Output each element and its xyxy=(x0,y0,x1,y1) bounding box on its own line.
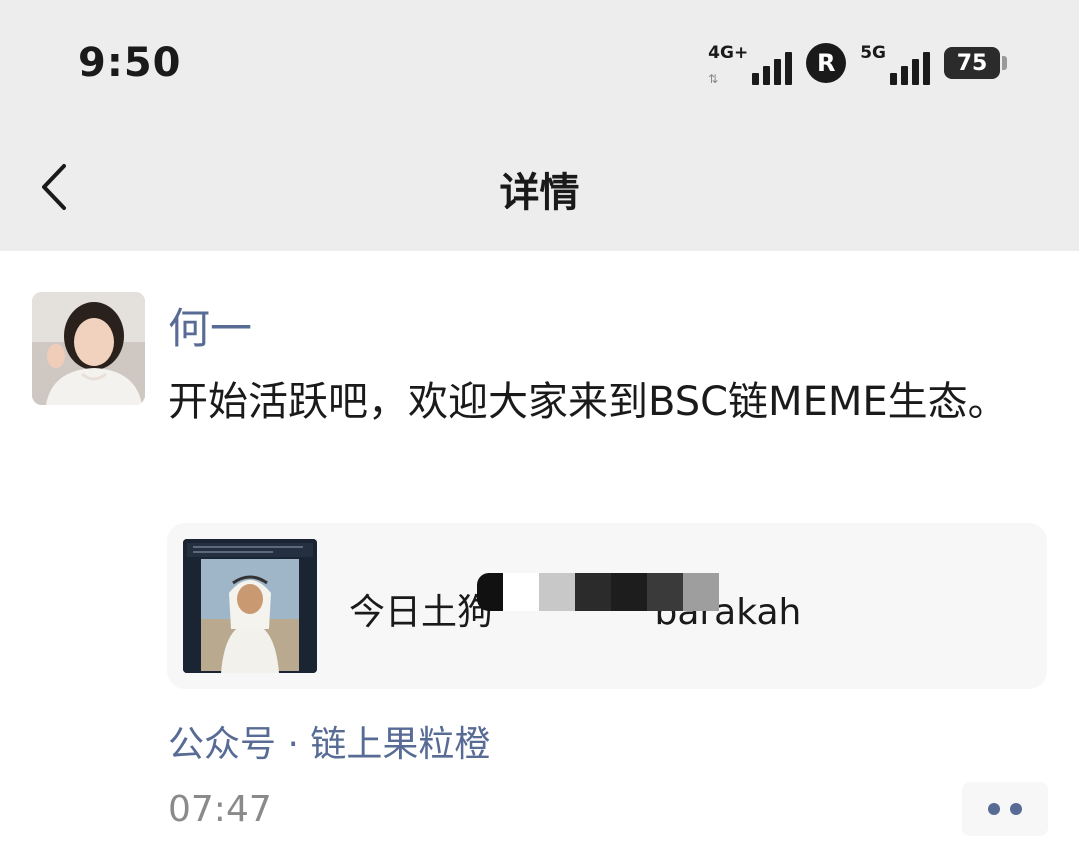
status-icons: 4G+ ⇅ R 5G 75 xyxy=(708,38,1007,88)
avatar[interactable] xyxy=(32,292,145,405)
more-dots-icon xyxy=(988,803,1000,815)
signal-bars-icon xyxy=(752,51,793,85)
status-bar: 9:50 4G+ ⇅ R 5G 75 xyxy=(0,0,1079,120)
signal-bars-icon xyxy=(890,51,930,85)
source-account-link[interactable]: 公众号 · 链上果粒橙 xyxy=(168,715,490,767)
page-title: 详情 xyxy=(499,170,580,216)
status-time: 9:50 xyxy=(78,40,182,86)
author-name[interactable]: 何一 xyxy=(168,295,252,356)
signal-4g-indicator: 4G+ ⇅ xyxy=(708,41,793,86)
data-arrows-icon: ⇅ xyxy=(708,72,719,86)
battery-icon: 75 xyxy=(944,47,1007,79)
moment-post: 何一 开始活跃吧，欢迎大家来到BSC链MEME生态。 今日土狗 barakah xyxy=(0,251,1079,841)
post-text: 开始活跃吧，欢迎大家来到BSC链MEME生态。 xyxy=(168,379,1008,425)
article-link-card[interactable]: 今日土狗 barakah xyxy=(167,523,1047,689)
article-thumbnail xyxy=(183,539,317,673)
roaming-icon: R xyxy=(806,43,847,83)
post-time: 07:47 xyxy=(168,789,272,830)
censor-mosaic xyxy=(477,573,719,611)
battery-level: 75 xyxy=(944,47,1000,79)
network-label-4g: 4G+ xyxy=(708,43,749,63)
more-actions-button[interactable] xyxy=(962,782,1048,836)
signal-5g-indicator: 5G xyxy=(860,41,930,85)
more-dots-icon xyxy=(1010,803,1022,815)
network-label-5g: 5G xyxy=(860,43,886,63)
